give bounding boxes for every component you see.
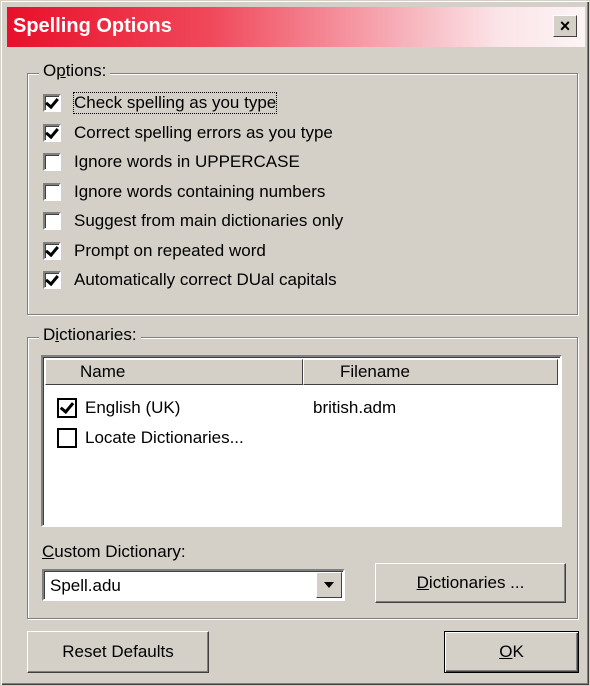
option-label: Correct spelling errors as you type: [74, 123, 333, 142]
dictionaries-legend: Dictionaries:: [39, 325, 141, 345]
option-dual-capitals[interactable]: Automatically correct DUal capitals: [43, 268, 337, 292]
custom-dictionary-label: Custom Dictionary:: [42, 542, 186, 561]
option-ignore-uppercase[interactable]: Ignore words in UPPERCASE: [43, 150, 300, 174]
dictionary-checkbox-locate[interactable]: [57, 428, 77, 448]
option-repeated-word[interactable]: Prompt on repeated word: [43, 239, 266, 263]
ok-button[interactable]: OK: [444, 631, 579, 673]
dictionaries-list[interactable]: Name Filename English (UK) british.adm L…: [41, 355, 562, 527]
option-check-spelling[interactable]: Check spelling as you type: [43, 91, 278, 115]
column-header-name[interactable]: Name: [45, 359, 303, 385]
column-header-filename[interactable]: Filename: [303, 359, 558, 385]
option-label: Prompt on repeated word: [74, 241, 266, 260]
reset-defaults-button[interactable]: Reset Defaults: [27, 631, 209, 673]
reset-defaults-label: Reset Defaults: [62, 642, 174, 661]
dictionary-checkbox-english[interactable]: [57, 398, 77, 418]
checkbox-ignore-numbers[interactable]: [43, 183, 61, 201]
option-label: Suggest from main dictionaries only: [74, 211, 344, 230]
list-item[interactable]: Locate Dictionaries...: [57, 425, 244, 451]
spelling-options-dialog: Spelling Options × Options: Check spelli…: [0, 0, 590, 686]
ok-label: OK: [499, 642, 524, 661]
option-ignore-numbers[interactable]: Ignore words containing numbers: [43, 180, 325, 204]
checkbox-repeated-word[interactable]: [43, 242, 61, 260]
checkbox-main-dictionaries-only[interactable]: [43, 212, 61, 230]
checkbox-check-spelling[interactable]: [43, 94, 61, 112]
chevron-down-icon[interactable]: [316, 572, 342, 598]
checkbox-dual-capitals[interactable]: [43, 271, 61, 289]
options-legend: Options:: [39, 61, 111, 81]
close-icon: ×: [559, 16, 571, 36]
dialog-title: Spelling Options: [13, 15, 172, 37]
option-label: Automatically correct DUal capitals: [74, 270, 337, 289]
option-label: Ignore words in UPPERCASE: [74, 152, 300, 171]
custom-dictionary-value: Spell.adu: [50, 576, 121, 595]
option-correct-spelling[interactable]: Correct spelling errors as you type: [43, 121, 333, 145]
dictionaries-button-label: Dictionaries ...: [416, 573, 525, 592]
checkbox-ignore-uppercase[interactable]: [43, 153, 61, 171]
title-bar[interactable]: Spelling Options ×: [7, 7, 585, 47]
option-label: Ignore words containing numbers: [74, 182, 326, 201]
dictionary-name: Locate Dictionaries...: [85, 428, 244, 447]
dictionary-name: English (UK): [85, 398, 181, 417]
checkbox-correct-spelling[interactable]: [43, 124, 61, 142]
dictionaries-button[interactable]: Dictionaries ...: [375, 563, 566, 603]
custom-dictionary-select[interactable]: Spell.adu: [42, 569, 345, 601]
close-button[interactable]: ×: [553, 15, 577, 37]
option-main-dictionaries-only[interactable]: Suggest from main dictionaries only: [43, 209, 343, 233]
list-item[interactable]: English (UK) british.adm: [57, 395, 537, 421]
dictionary-filename: british.adm: [313, 398, 397, 417]
option-label: Check spelling as you type: [72, 92, 278, 114]
